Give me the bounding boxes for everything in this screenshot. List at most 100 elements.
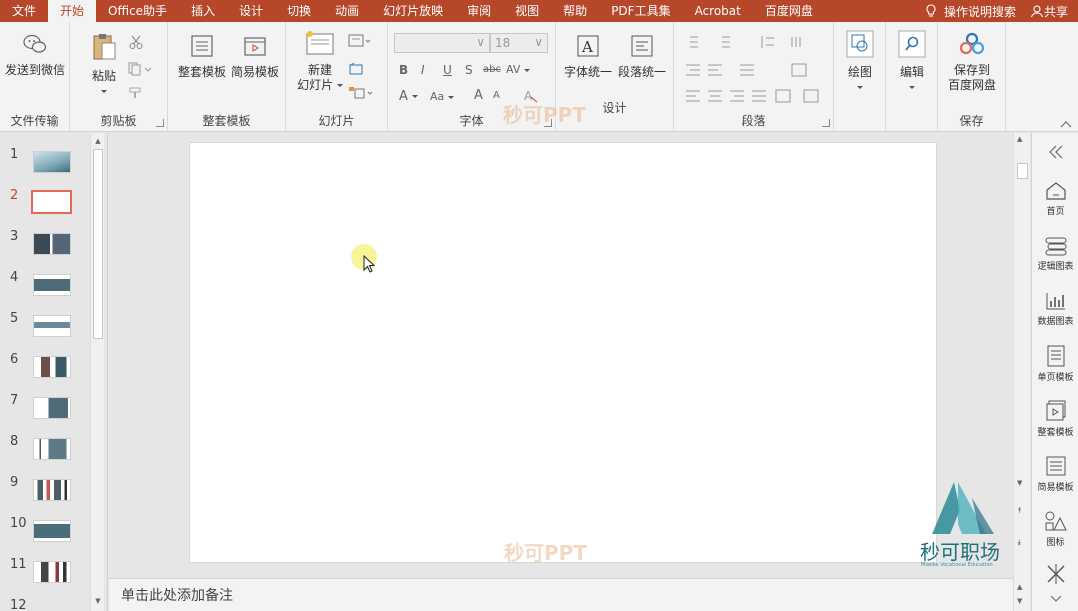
draw-button[interactable]: 绘图 [840,30,880,95]
font-size-combo[interactable]: 18 ∨ [490,33,548,53]
paragraph-launcher[interactable] [822,119,830,127]
change-case-button[interactable]: Aa [430,90,454,103]
notes-pane[interactable]: 单击此处添加备注 [109,578,1013,611]
slide-thumb-2[interactable]: 2 [0,188,90,229]
slide-thumb-7[interactable]: 7 [0,393,90,434]
slide-thumb-6[interactable]: 6 [0,352,90,393]
tab-office-helper[interactable]: Office助手 [96,0,179,22]
paste-dropdown-icon[interactable] [101,90,107,93]
simple-template-button[interactable]: 简易模板 [228,34,282,80]
thumbnail-scrollbar[interactable]: ▲ ▼ [90,133,104,611]
tab-file[interactable]: 文件 [0,0,48,22]
tab-design[interactable]: 设计 [227,0,275,22]
tab-slideshow[interactable]: 幻灯片放映 [371,0,455,22]
tab-animations[interactable]: 动画 [323,0,371,22]
font-color-button[interactable]: A [399,89,419,104]
tab-pdf-tools[interactable]: PDF工具集 [599,0,682,22]
side-item-icons[interactable]: 图标 [1032,510,1078,548]
side-item-data-chart[interactable]: 数据图表 [1032,291,1078,327]
copy-icon[interactable] [128,62,152,76]
font-unify-button[interactable]: A 字体统一 [562,34,614,80]
side-item-more[interactable] [1032,563,1078,588]
scroll-down-arrow-2[interactable]: ▼ [1017,597,1022,605]
draw-dropdown-icon[interactable] [857,86,863,89]
slide-thumb-12[interactable]: 12 [0,598,90,611]
side-item-label: 图标 [1046,538,1065,548]
edit-button[interactable]: 编辑 [892,30,932,95]
scroll-down-arrow[interactable]: ▼ [93,595,103,607]
scroll-up-arrow-2[interactable]: ▲ [1017,583,1022,591]
full-template-button[interactable]: 整套模板 [176,34,228,80]
slide-thumbnail-image [33,479,71,501]
collapse-pane-button[interactable] [1032,145,1078,162]
scroll-up-arrow[interactable]: ▲ [1017,135,1022,143]
list-buttons-icon[interactable] [684,34,824,50]
bold-button[interactable]: B [399,63,408,77]
scroll-down-arrow[interactable]: ▼ [1017,479,1022,487]
shrink-font-button[interactable]: A [493,90,500,101]
share-button[interactable]: 共享 [1016,3,1078,20]
send-to-wechat-button[interactable]: 发送到微信 [4,32,66,78]
baidu-netdisk-icon [959,32,985,55]
grow-font-button[interactable]: A [474,88,483,103]
layout-icon[interactable] [348,34,372,48]
text-shadow-button[interactable]: S [465,63,473,77]
slide-thumb-1[interactable]: 1 [0,147,90,188]
save-to-baidu-button[interactable]: 保存到 百度网盘 [942,32,1002,93]
new-slide-button[interactable]: 新建 幻灯片 [294,30,346,93]
indent-buttons-icon[interactable] [684,62,824,78]
scroll-thumb[interactable] [93,149,103,339]
slide-editor[interactable]: 秒可PPT [189,142,937,565]
char-spacing-button[interactable]: AV [506,63,530,76]
strikethrough-button[interactable]: abc [483,64,501,75]
side-item-single-template[interactable]: 单页模板 [1032,345,1078,383]
slide-thumbnail-image [33,520,71,542]
underline-button[interactable]: U [443,63,452,77]
tab-review[interactable]: 审阅 [455,0,503,22]
edit-dropdown-icon[interactable] [909,86,915,89]
paste-button[interactable]: 粘贴 [88,32,120,99]
side-item-label: 单页模板 [1037,373,1074,383]
side-item-full-template[interactable]: 整套模板 [1032,400,1078,438]
group-save: 保存到 百度网盘 保存 [938,22,1006,132]
format-painter-icon[interactable] [128,86,144,100]
slide-thumb-11[interactable]: 11 [0,557,90,598]
tab-baidu-netdisk[interactable]: 百度网盘 [753,0,825,22]
side-item-logic-chart[interactable]: 逻辑图表 [1032,236,1078,272]
previous-slide-icon[interactable]: ⯭ [1017,506,1022,516]
tab-transitions[interactable]: 切换 [275,0,323,22]
paste-icon [93,34,116,60]
tell-me-search[interactable]: 操作说明搜索 [944,3,1016,20]
slide-thumb-10[interactable]: 10 [0,516,90,557]
scroll-up-arrow[interactable]: ▲ [93,135,103,147]
slide-thumb-3[interactable]: 3 [0,229,90,270]
section-icon[interactable] [348,86,374,100]
tab-acrobat[interactable]: Acrobat [683,0,753,22]
tab-help[interactable]: 帮助 [551,0,599,22]
font-name-combo[interactable]: ∨ [394,33,490,53]
side-item-simple-template[interactable]: 简易模板 [1032,455,1078,493]
next-slide-icon[interactable]: ⯯ [1017,538,1022,548]
side-scroll-down[interactable] [1032,595,1078,606]
tab-home[interactable]: 开始 [48,0,97,22]
slide-thumb-9[interactable]: 9 [0,475,90,516]
tools-icon [1047,564,1064,584]
collapse-ribbon-icon[interactable] [1060,120,1072,128]
slide-thumb-8[interactable]: 8 [0,434,90,475]
tab-view[interactable]: 视图 [503,0,551,22]
clipboard-launcher[interactable] [156,119,164,127]
tab-insert[interactable]: 插入 [179,0,227,22]
cut-icon[interactable] [128,34,144,50]
align-buttons-icon[interactable] [684,88,824,104]
reset-icon[interactable] [348,62,364,76]
canvas-scrollbar[interactable]: ▲ ▼ ⯭ ⯯ ▲ ▼ [1013,133,1030,611]
italic-button[interactable]: I [421,63,425,77]
slide-thumb-4[interactable]: 4 [0,270,90,311]
scroll-thumb[interactable] [1017,163,1028,179]
new-slide-label-1: 新建 [307,63,332,77]
new-slide-dropdown-icon[interactable] [336,84,343,87]
group-label-file-transfer: 文件传输 [10,114,59,128]
para-unify-button[interactable]: 段落统一 [616,34,668,80]
slide-thumb-5[interactable]: 5 [0,311,90,352]
side-item-home[interactable]: 首页 [1032,181,1078,217]
